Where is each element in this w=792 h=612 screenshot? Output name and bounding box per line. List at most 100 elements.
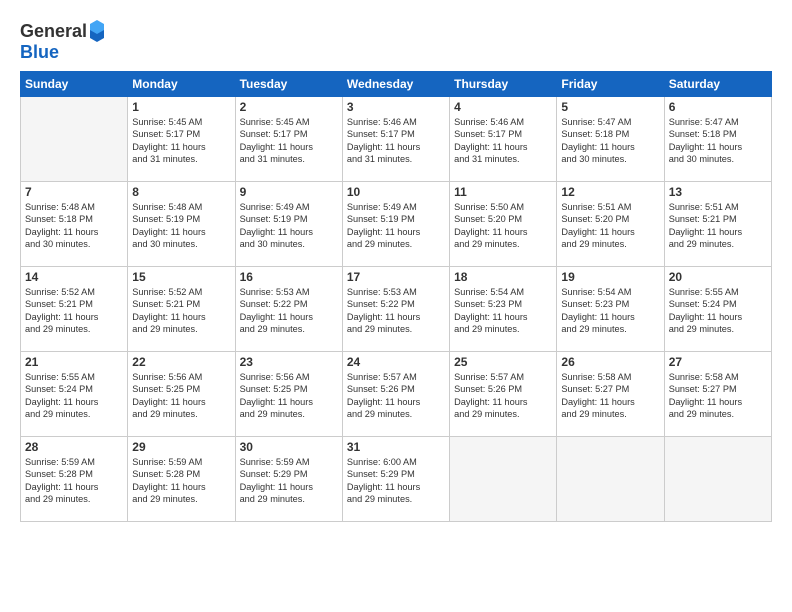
calendar-week-5: 28 Sunrise: 5:59 AMSunset: 5:28 PMDayligh… — [21, 437, 772, 522]
day-number: 12 — [561, 185, 659, 199]
calendar-cell: 31 Sunrise: 6:00 AMSunset: 5:29 PMDayligh… — [342, 437, 449, 522]
day-info: Sunrise: 5:47 AMSunset: 5:18 PMDaylight:… — [669, 116, 767, 166]
calendar-cell: 9 Sunrise: 5:49 AMSunset: 5:19 PMDaylight… — [235, 182, 342, 267]
day-info: Sunrise: 5:55 AMSunset: 5:24 PMDaylight:… — [25, 371, 123, 421]
calendar-week-1: 1 Sunrise: 5:45 AMSunset: 5:17 PMDaylight… — [21, 97, 772, 182]
day-info: Sunrise: 5:49 AMSunset: 5:19 PMDaylight:… — [347, 201, 445, 251]
calendar-cell: 3 Sunrise: 5:46 AMSunset: 5:17 PMDaylight… — [342, 97, 449, 182]
calendar-cell: 4 Sunrise: 5:46 AMSunset: 5:17 PMDaylight… — [450, 97, 557, 182]
day-info: Sunrise: 5:59 AMSunset: 5:28 PMDaylight:… — [25, 456, 123, 506]
day-number: 30 — [240, 440, 338, 454]
day-info: Sunrise: 5:51 AMSunset: 5:21 PMDaylight:… — [669, 201, 767, 251]
day-number: 4 — [454, 100, 552, 114]
day-number: 28 — [25, 440, 123, 454]
header: General Blue — [20, 15, 772, 63]
day-info: Sunrise: 5:54 AMSunset: 5:23 PMDaylight:… — [454, 286, 552, 336]
calendar-cell: 10 Sunrise: 5:49 AMSunset: 5:19 PMDayligh… — [342, 182, 449, 267]
calendar-cell: 29 Sunrise: 5:59 AMSunset: 5:28 PMDayligh… — [128, 437, 235, 522]
day-info: Sunrise: 5:58 AMSunset: 5:27 PMDaylight:… — [561, 371, 659, 421]
calendar-header-row: SundayMondayTuesdayWednesdayThursdayFrid… — [21, 72, 772, 97]
day-number: 7 — [25, 185, 123, 199]
day-number: 26 — [561, 355, 659, 369]
day-number: 9 — [240, 185, 338, 199]
calendar-cell — [21, 97, 128, 182]
calendar-week-2: 7 Sunrise: 5:48 AMSunset: 5:18 PMDaylight… — [21, 182, 772, 267]
day-number: 16 — [240, 270, 338, 284]
calendar-cell: 26 Sunrise: 5:58 AMSunset: 5:27 PMDayligh… — [557, 352, 664, 437]
calendar-cell: 14 Sunrise: 5:52 AMSunset: 5:21 PMDayligh… — [21, 267, 128, 352]
weekday-header-thursday: Thursday — [450, 72, 557, 97]
day-number: 24 — [347, 355, 445, 369]
weekday-header-friday: Friday — [557, 72, 664, 97]
day-number: 5 — [561, 100, 659, 114]
day-info: Sunrise: 5:51 AMSunset: 5:20 PMDaylight:… — [561, 201, 659, 251]
day-info: Sunrise: 5:57 AMSunset: 5:26 PMDaylight:… — [454, 371, 552, 421]
day-info: Sunrise: 5:50 AMSunset: 5:20 PMDaylight:… — [454, 201, 552, 251]
day-number: 8 — [132, 185, 230, 199]
calendar-cell: 24 Sunrise: 5:57 AMSunset: 5:26 PMDayligh… — [342, 352, 449, 437]
weekday-header-tuesday: Tuesday — [235, 72, 342, 97]
day-number: 22 — [132, 355, 230, 369]
day-number: 29 — [132, 440, 230, 454]
calendar-cell: 6Sunrise: 5:47 AMSunset: 5:18 PMDaylight… — [664, 97, 771, 182]
day-number: 15 — [132, 270, 230, 284]
day-info: Sunrise: 5:53 AMSunset: 5:22 PMDaylight:… — [347, 286, 445, 336]
weekday-header-saturday: Saturday — [664, 72, 771, 97]
day-info: Sunrise: 5:54 AMSunset: 5:23 PMDaylight:… — [561, 286, 659, 336]
day-info: Sunrise: 5:52 AMSunset: 5:21 PMDaylight:… — [132, 286, 230, 336]
day-info: Sunrise: 5:58 AMSunset: 5:27 PMDaylight:… — [669, 371, 767, 421]
calendar-cell: 2Sunrise: 5:45 AMSunset: 5:17 PMDaylight… — [235, 97, 342, 182]
day-info: Sunrise: 5:45 AMSunset: 5:17 PMDaylight:… — [240, 116, 338, 166]
calendar-cell: 21 Sunrise: 5:55 AMSunset: 5:24 PMDayligh… — [21, 352, 128, 437]
day-info: Sunrise: 5:48 AMSunset: 5:19 PMDaylight:… — [132, 201, 230, 251]
day-number: 13 — [669, 185, 767, 199]
day-info: Sunrise: 5:53 AMSunset: 5:22 PMDaylight:… — [240, 286, 338, 336]
logo: General Blue — [20, 20, 106, 63]
calendar-week-3: 14 Sunrise: 5:52 AMSunset: 5:21 PMDayligh… — [21, 267, 772, 352]
calendar-cell: 15 Sunrise: 5:52 AMSunset: 5:21 PMDayligh… — [128, 267, 235, 352]
day-info: Sunrise: 5:46 AMSunset: 5:17 PMDaylight:… — [347, 116, 445, 166]
day-info: Sunrise: 5:52 AMSunset: 5:21 PMDaylight:… — [25, 286, 123, 336]
page: General Blue SundayMondayTuesdayWednesda… — [0, 0, 792, 612]
day-number: 31 — [347, 440, 445, 454]
day-info: Sunrise: 6:00 AMSunset: 5:29 PMDaylight:… — [347, 456, 445, 506]
calendar-cell: 27 Sunrise: 5:58 AMSunset: 5:27 PMDayligh… — [664, 352, 771, 437]
calendar-cell: 23Sunrise: 5:56 AMSunset: 5:25 PMDayligh… — [235, 352, 342, 437]
logo-blue-text: Blue — [20, 42, 106, 63]
day-number: 23 — [240, 355, 338, 369]
day-number: 17 — [347, 270, 445, 284]
day-number: 3 — [347, 100, 445, 114]
day-info: Sunrise: 5:48 AMSunset: 5:18 PMDaylight:… — [25, 201, 123, 251]
calendar-cell: 7 Sunrise: 5:48 AMSunset: 5:18 PMDaylight… — [21, 182, 128, 267]
day-info: Sunrise: 5:49 AMSunset: 5:19 PMDaylight:… — [240, 201, 338, 251]
day-info: Sunrise: 5:59 AMSunset: 5:28 PMDaylight:… — [132, 456, 230, 506]
day-number: 18 — [454, 270, 552, 284]
calendar-cell: 18 Sunrise: 5:54 AMSunset: 5:23 PMDayligh… — [450, 267, 557, 352]
day-info: Sunrise: 5:47 AMSunset: 5:18 PMDaylight:… — [561, 116, 659, 166]
day-number: 21 — [25, 355, 123, 369]
day-info: Sunrise: 5:55 AMSunset: 5:24 PMDaylight:… — [669, 286, 767, 336]
weekday-header-wednesday: Wednesday — [342, 72, 449, 97]
day-number: 27 — [669, 355, 767, 369]
calendar-cell: 11 Sunrise: 5:50 AMSunset: 5:20 PMDayligh… — [450, 182, 557, 267]
calendar-cell: 28 Sunrise: 5:59 AMSunset: 5:28 PMDayligh… — [21, 437, 128, 522]
calendar-cell — [557, 437, 664, 522]
calendar-cell: 12 Sunrise: 5:51 AMSunset: 5:20 PMDayligh… — [557, 182, 664, 267]
day-number: 20 — [669, 270, 767, 284]
day-number: 1 — [132, 100, 230, 114]
calendar-cell — [664, 437, 771, 522]
calendar-cell — [450, 437, 557, 522]
day-number: 19 — [561, 270, 659, 284]
day-number: 10 — [347, 185, 445, 199]
calendar-cell: 16 Sunrise: 5:53 AMSunset: 5:22 PMDayligh… — [235, 267, 342, 352]
calendar-cell: 13 Sunrise: 5:51 AMSunset: 5:21 PMDayligh… — [664, 182, 771, 267]
day-info: Sunrise: 5:57 AMSunset: 5:26 PMDaylight:… — [347, 371, 445, 421]
day-info: Sunrise: 5:46 AMSunset: 5:17 PMDaylight:… — [454, 116, 552, 166]
weekday-header-monday: Monday — [128, 72, 235, 97]
calendar-cell: 5 Sunrise: 5:47 AMSunset: 5:18 PMDaylight… — [557, 97, 664, 182]
calendar-cell: 25Sunrise: 5:57 AMSunset: 5:26 PMDayligh… — [450, 352, 557, 437]
day-number: 14 — [25, 270, 123, 284]
day-info: Sunrise: 5:59 AMSunset: 5:29 PMDaylight:… — [240, 456, 338, 506]
calendar: SundayMondayTuesdayWednesdayThursdayFrid… — [20, 71, 772, 522]
day-number: 11 — [454, 185, 552, 199]
